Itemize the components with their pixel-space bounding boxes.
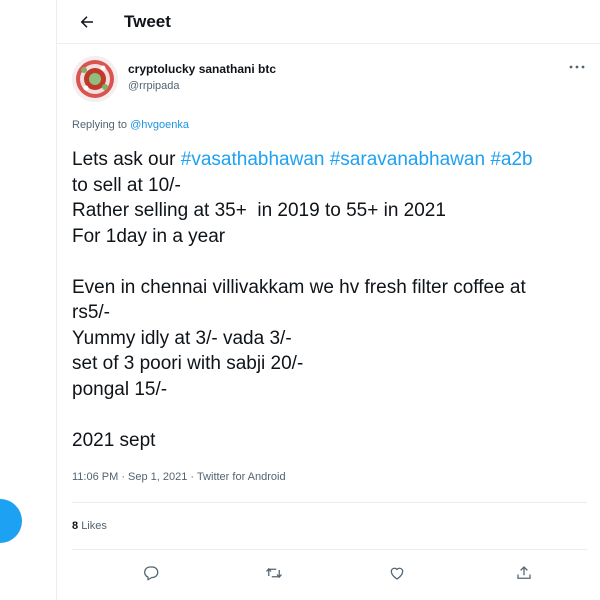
left-rail (0, 0, 56, 600)
share-icon (517, 566, 531, 579)
reply-button[interactable] (139, 561, 163, 585)
tweet-text-line: Lets ask our #vasathabhawan #saravanabha… (72, 147, 584, 173)
hashtag-link[interactable]: #a2b (490, 149, 532, 170)
compose-tweet-button[interactable] (0, 499, 22, 543)
likes-count[interactable]: 8 Likes (72, 520, 107, 532)
text-segment: set of 3 poori with sabji 20/- (72, 353, 304, 374)
back-button[interactable] (72, 7, 102, 37)
tweet-text-line: Rather selling at 35+ in 2019 to 55+ in … (72, 198, 584, 224)
tweet-text-line: to sell at 10/- (72, 173, 584, 199)
author-display-name[interactable]: cryptolucky sanathani btc (128, 62, 276, 76)
likes-number: 8 (72, 520, 79, 532)
text-segment: to sell at 10/- (72, 174, 181, 196)
hashtag-link[interactable]: #saravanabhawan (330, 149, 485, 170)
avatar[interactable] (72, 56, 118, 102)
tweet-text-line (72, 249, 584, 275)
tweet-actions (72, 559, 587, 587)
tweet-text-line: Even in chennai villivakkam we hv fresh … (72, 275, 584, 301)
text-segment: Even in chennai villivakkam we hv fresh … (72, 276, 526, 298)
tweet-timestamp[interactable]: 11:06 PM · Sep 1, 2021 · Twitter for And… (72, 471, 286, 483)
tweet-text-line: rs5/- (72, 300, 584, 326)
tweet-text-line: For 1day in a year (72, 224, 584, 250)
tweet-text-line (72, 402, 584, 428)
share-button[interactable] (512, 561, 536, 585)
heart-icon (390, 567, 404, 580)
tweet-text-line: set of 3 poori with sabji 20/- (72, 351, 584, 377)
like-button[interactable] (385, 561, 409, 585)
text-segment: 2021 sept (72, 429, 156, 451)
tweet-column: Tweet cryptolucky sanathani btc @rrpipad… (56, 0, 600, 600)
divider (72, 549, 587, 550)
replying-to-prefix: Replying to (72, 119, 128, 131)
more-dots-icon (569, 65, 585, 69)
likes-label: Likes (81, 520, 107, 532)
avatar-image (72, 56, 118, 102)
hashtag-link[interactable]: #vasathabhawan (181, 149, 325, 170)
page-title: Tweet (124, 11, 171, 31)
text-segment: Lets ask our (72, 149, 181, 170)
tweet-text-line: pongal 15/- (72, 377, 584, 403)
tweet-text-line: Yummy idly at 3/- vada 3/- (72, 326, 584, 352)
author-names: cryptolucky sanathani btc @rrpipada (128, 62, 276, 92)
text-segment: pongal 15/- (72, 378, 168, 400)
text-segment: Rather selling at 35+ in 2019 to 55+ in … (72, 200, 446, 221)
replying-to-handle-link[interactable]: @hvgoenka (130, 119, 189, 131)
comment-icon (144, 566, 159, 581)
tweet-author: cryptolucky sanathani btc @rrpipada (72, 56, 587, 102)
tweet-text-line: 2021 sept (72, 428, 584, 454)
arrow-left-icon (80, 15, 93, 28)
text-segment: For 1day in a year (72, 225, 226, 247)
text-segment: rs5/- (72, 302, 110, 323)
replying-to: Replying to @hvgoenka (72, 119, 189, 131)
retweet-icon (266, 567, 282, 579)
divider (72, 502, 587, 503)
more-options-button[interactable] (567, 60, 587, 74)
retweet-button[interactable] (262, 561, 286, 585)
tweet-text: Lets ask our #vasathabhawan #saravanabha… (72, 147, 584, 453)
text-segment: Yummy idly at 3/- vada 3/- (72, 327, 292, 349)
page-header: Tweet (57, 0, 600, 44)
author-handle[interactable]: @rrpipada (128, 80, 276, 92)
